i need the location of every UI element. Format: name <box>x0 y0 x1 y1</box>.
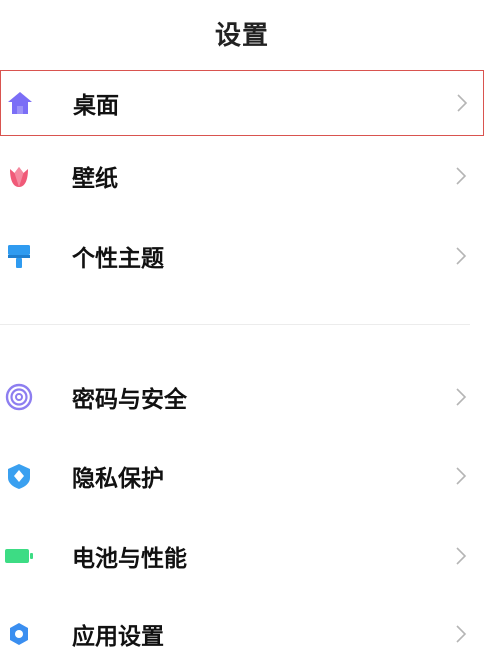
fingerprint-icon <box>4 382 34 412</box>
paintbrush-icon <box>4 241 34 271</box>
settings-item-privacy[interactable]: 隐私保护 <box>0 443 484 509</box>
tulip-icon <box>4 161 34 191</box>
settings-item-themes[interactable]: 个性主题 <box>0 223 484 289</box>
chevron-right-icon <box>456 625 467 643</box>
settings-item-wallpaper[interactable]: 壁纸 <box>0 143 484 209</box>
settings-item-app-settings[interactable]: 应用设置 <box>0 601 484 667</box>
chevron-right-icon <box>456 547 467 565</box>
section-divider <box>0 324 470 325</box>
home-icon <box>5 88 35 118</box>
settings-item-battery-performance[interactable]: 电池与性能 <box>0 523 484 589</box>
settings-item-password-security[interactable]: 密码与安全 <box>0 364 484 430</box>
page-title: 设置 <box>214 20 269 51</box>
chevron-right-icon <box>456 167 467 185</box>
settings-item-label: 壁纸 <box>72 166 118 192</box>
settings-item-label: 密码与安全 <box>72 387 187 413</box>
chevron-right-icon <box>456 388 467 406</box>
gear-icon <box>4 619 34 649</box>
chevron-right-icon <box>456 247 467 265</box>
chevron-right-icon <box>457 94 468 112</box>
shield-icon <box>4 461 34 491</box>
settings-item-desktop[interactable]: 桌面 <box>0 70 484 136</box>
settings-item-label: 桌面 <box>73 93 119 119</box>
battery-icon <box>4 541 34 571</box>
settings-item-label: 电池与性能 <box>72 546 187 572</box>
top-bar: 设置 <box>0 0 484 66</box>
settings-item-label: 应用设置 <box>72 624 164 650</box>
settings-item-label: 隐私保护 <box>72 466 164 492</box>
settings-item-label: 个性主题 <box>72 246 164 272</box>
chevron-right-icon <box>456 467 467 485</box>
